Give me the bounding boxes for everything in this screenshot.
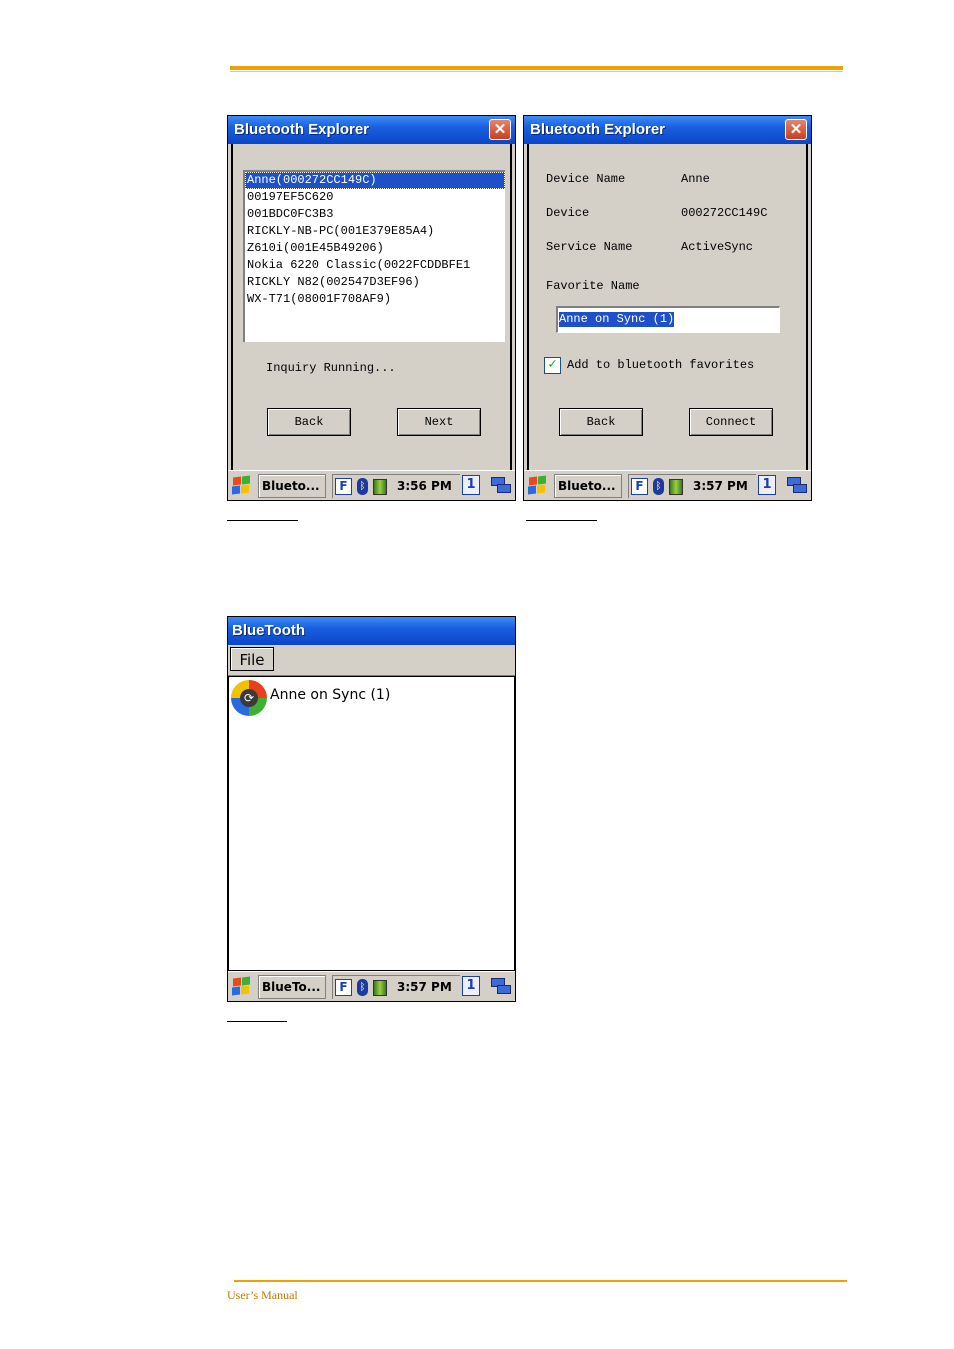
- start-windows-icon[interactable]: [527, 475, 547, 496]
- menu-bar: File: [228, 645, 515, 676]
- show-desktop-icon[interactable]: [787, 475, 807, 495]
- dialog-client: Anne(000272CC149C) 00197EF5C620 001BDC0F…: [231, 144, 512, 470]
- f-key-icon[interactable]: F: [631, 478, 648, 495]
- taskbar-task-button[interactable]: BlueTo...: [258, 975, 326, 999]
- bluetooth-icon[interactable]: ᛒ: [357, 979, 368, 996]
- clock[interactable]: 3:57 PM: [693, 475, 748, 497]
- clock[interactable]: 3:57 PM: [397, 976, 452, 998]
- window-title: Bluetooth Explorer: [524, 116, 811, 144]
- input-panel-icon[interactable]: 1: [462, 475, 480, 495]
- device-name-value: Anne: [681, 172, 710, 186]
- favorite-name-label: Favorite Name: [546, 279, 640, 293]
- device-name-label: Device Name: [546, 172, 626, 186]
- taskbar: Blueto... F ᛒ 3:57 PM 1: [524, 470, 811, 500]
- dialog-client: Device Name Anne Device 000272CC149C Ser…: [527, 144, 808, 470]
- window-title: BlueTooth: [228, 617, 515, 645]
- f-key-icon[interactable]: F: [335, 979, 352, 996]
- input-panel-icon[interactable]: 1: [758, 475, 776, 495]
- system-tray: F ᛒ 3:57 PM: [332, 975, 460, 999]
- bluetooth-explorer-device-list-window: Bluetooth Explorer ✕ Anne(000272CC149C) …: [227, 115, 516, 501]
- header-rule-shadow: [230, 71, 843, 72]
- activesync-icon: ⟳: [231, 680, 267, 716]
- device-list-item[interactable]: WX-T71(08001F708AF9): [245, 291, 505, 308]
- back-button[interactable]: Back: [267, 408, 351, 436]
- device-list-item[interactable]: Anne(000272CC149C): [245, 172, 505, 189]
- service-name-label: Service Name: [546, 240, 633, 254]
- taskbar: Blueto... F ᛒ 3:56 PM 1: [228, 470, 515, 500]
- show-desktop-icon[interactable]: [491, 976, 511, 996]
- favorite-name-text: Anne on Sync (1): [559, 312, 675, 327]
- window-title: Bluetooth Explorer: [228, 116, 515, 144]
- battery-icon[interactable]: [373, 479, 387, 495]
- favorite-item[interactable]: ⟳ Anne on Sync (1): [229, 677, 429, 717]
- device-list-item[interactable]: Nokia 6220 Classic(0022FCDDBFE1: [245, 257, 505, 274]
- device-list[interactable]: Anne(000272CC149C) 00197EF5C620 001BDC0F…: [243, 170, 505, 342]
- start-windows-icon[interactable]: [231, 475, 251, 496]
- f-key-icon[interactable]: F: [335, 478, 352, 495]
- caption-underline: [526, 520, 597, 521]
- favorite-item-label: Anne on Sync (1): [270, 687, 391, 703]
- header-rule: [230, 66, 843, 70]
- taskbar: BlueTo... F ᛒ 3:57 PM 1: [228, 971, 515, 1001]
- connect-button[interactable]: Connect: [689, 408, 773, 436]
- clock[interactable]: 3:56 PM: [397, 475, 452, 497]
- footer-text: User’s Manual: [227, 1288, 298, 1302]
- bluetooth-favorites-window: BlueTooth File ⟳ Anne on Sync (1) BlueTo…: [227, 616, 516, 1002]
- bluetooth-explorer-service-window: Bluetooth Explorer ✕ Device Name Anne De…: [523, 115, 812, 501]
- favorite-name-input[interactable]: Anne on Sync (1): [556, 306, 780, 333]
- device-list-item[interactable]: RICKLY N82(002547D3EF96): [245, 274, 505, 291]
- bluetooth-icon[interactable]: ᛒ: [653, 478, 664, 495]
- service-name-value: ActiveSync: [681, 240, 754, 254]
- next-button[interactable]: Next: [397, 408, 481, 436]
- device-list-item[interactable]: Z610i(001E45B49206): [245, 240, 505, 257]
- system-tray: F ᛒ 3:56 PM: [332, 474, 460, 498]
- battery-icon[interactable]: [669, 479, 683, 495]
- caption-underline: [227, 520, 298, 521]
- inquiry-status: Inquiry Running...: [266, 361, 396, 375]
- add-favorites-checkbox[interactable]: ✓: [544, 357, 561, 374]
- footer-rule: [234, 1280, 847, 1282]
- device-label: Device: [546, 206, 590, 220]
- taskbar-task-button[interactable]: Blueto...: [258, 474, 326, 498]
- device-address-value: 000272CC149C: [681, 206, 768, 220]
- device-list-item[interactable]: RICKLY-NB-PC(001E379E85A4): [245, 223, 505, 240]
- system-tray: F ᛒ 3:57 PM: [628, 474, 756, 498]
- taskbar-task-button[interactable]: Blueto...: [554, 474, 622, 498]
- start-windows-icon[interactable]: [231, 976, 251, 997]
- input-panel-icon[interactable]: 1: [462, 976, 480, 996]
- show-desktop-icon[interactable]: [491, 475, 511, 495]
- device-list-item[interactable]: 001BDC0FC3B3: [245, 206, 505, 223]
- battery-icon[interactable]: [373, 980, 387, 996]
- add-favorites-label[interactable]: Add to bluetooth favorites: [567, 358, 754, 372]
- favorites-list[interactable]: ⟳ Anne on Sync (1): [228, 676, 515, 971]
- device-list-item[interactable]: 00197EF5C620: [245, 189, 505, 206]
- close-icon[interactable]: ✕: [785, 119, 807, 140]
- caption-underline: [227, 1021, 287, 1022]
- file-menu[interactable]: File: [230, 647, 274, 671]
- back-button[interactable]: Back: [559, 408, 643, 436]
- bluetooth-icon[interactable]: ᛒ: [357, 478, 368, 495]
- close-icon[interactable]: ✕: [489, 119, 511, 140]
